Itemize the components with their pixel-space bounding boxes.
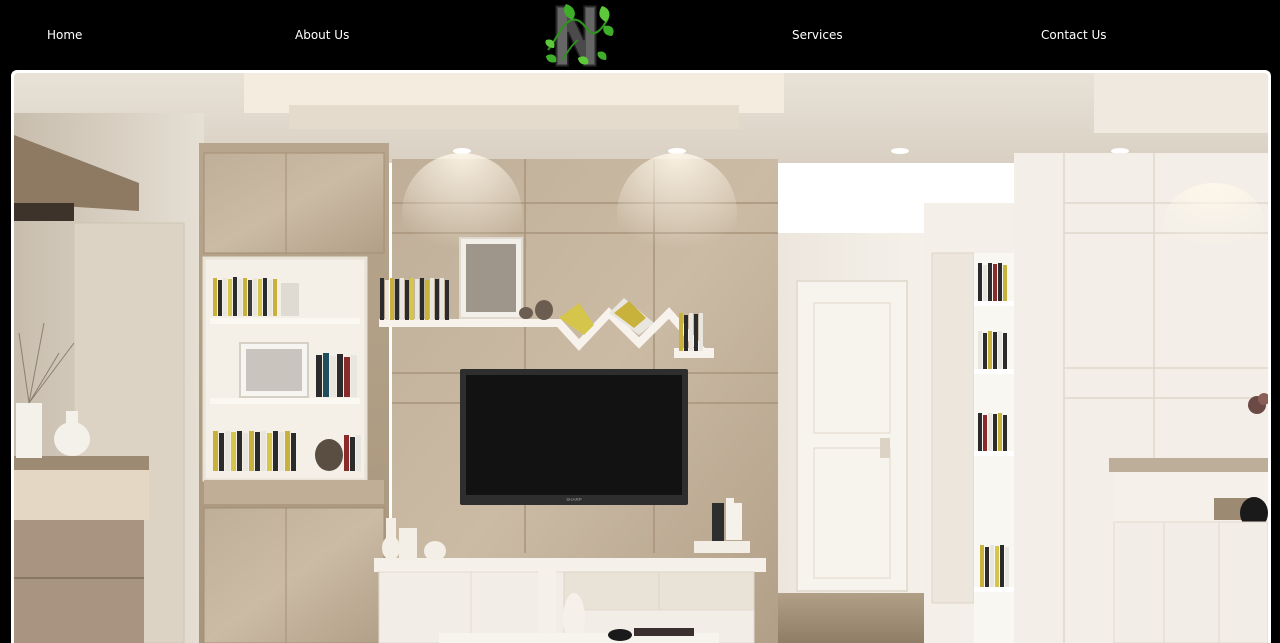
brand-logo[interactable] xyxy=(538,0,622,70)
nav-contact-us-link[interactable]: Contact Us xyxy=(1041,28,1107,42)
top-navigation: Home About Us Services Contact Us xyxy=(0,0,1280,70)
tv-brand-label: SHARP xyxy=(566,497,582,502)
nav-home-link[interactable]: Home xyxy=(47,28,82,42)
living-room-interior-illustration: SHARP xyxy=(14,73,1268,643)
leaf-letter-n-logo-icon xyxy=(545,4,614,67)
hero-image: SHARP xyxy=(14,73,1268,643)
hero-banner: SHARP xyxy=(11,70,1271,643)
nav-about-us-link[interactable]: About Us xyxy=(295,28,349,42)
nav-services-link[interactable]: Services xyxy=(792,28,843,42)
